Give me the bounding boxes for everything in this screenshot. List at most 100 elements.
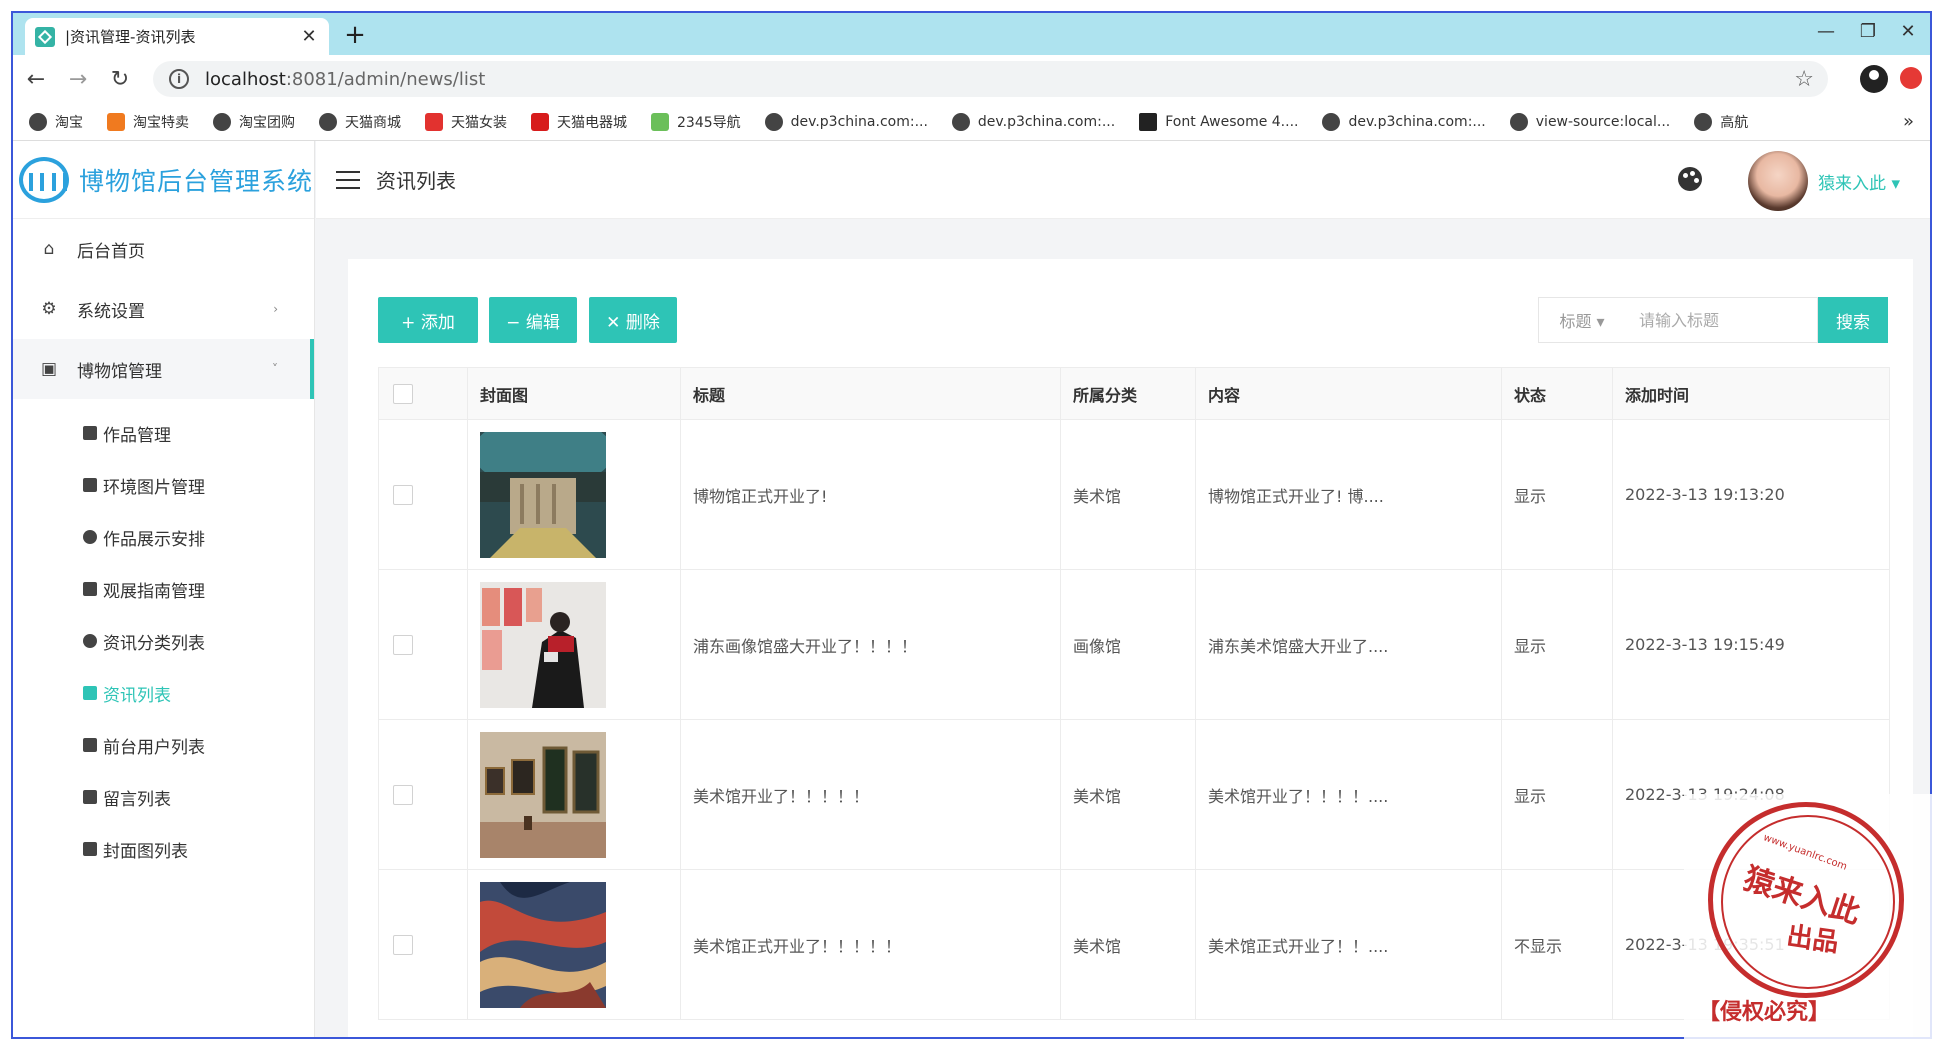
forward-icon[interactable]: → bbox=[57, 67, 99, 92]
bookmarks-bar: 淘宝 淘宝特卖 淘宝团购 天猫商城 天猫女装 天猫电器城 2345导航 dev.… bbox=[13, 103, 1930, 141]
bookmark-item[interactable]: dev.p3china.com:... bbox=[951, 112, 1115, 131]
content-cell: 美术馆开业了！！！！.... bbox=[1195, 719, 1502, 870]
account-icon[interactable] bbox=[1860, 65, 1888, 93]
sidebar-item-home[interactable]: ⌂ 后台首页 bbox=[13, 219, 314, 279]
category-cell: 美术馆 bbox=[1060, 419, 1196, 570]
category-cell: 美术馆 bbox=[1060, 869, 1196, 1020]
url-field[interactable]: i localhost :8081/admin/news/list ☆ bbox=[153, 61, 1828, 97]
sidebar-item-covers[interactable]: 封面图列表 bbox=[13, 823, 314, 875]
sidebar-item-guide[interactable]: 观展指南管理 bbox=[13, 563, 314, 615]
sidebar: 博物馆后台管理系统 ⌂ 后台首页 ⚙ 系统设置 › ▣ 博物馆管理 ˅ 作品管理… bbox=[13, 141, 315, 1037]
bookmark-item[interactable]: 天猫女装 bbox=[425, 112, 507, 132]
title-cell: 浦东画像馆盛大开业了！！！！ bbox=[680, 569, 1061, 720]
browser-tab[interactable]: |资讯管理-资讯列表 ✕ bbox=[25, 18, 329, 55]
bookmark-item[interactable]: 2345导航 bbox=[651, 112, 741, 132]
extension-icon[interactable] bbox=[1900, 67, 1922, 89]
bookmark-item[interactable]: 高航 bbox=[1694, 112, 1748, 132]
bookmark-item[interactable]: 淘宝特卖 bbox=[107, 112, 189, 132]
sidebar-item-users[interactable]: 前台用户列表 bbox=[13, 719, 314, 771]
sidebar-item-museum[interactable]: ▣ 博物馆管理 ˅ bbox=[13, 339, 314, 399]
row-checkbox[interactable] bbox=[393, 784, 413, 805]
tmall-icon bbox=[425, 112, 443, 131]
sidebar-item-exhibit-schedule[interactable]: 作品展示安排 bbox=[13, 511, 314, 563]
sidebar-item-news-list[interactable]: 资讯列表 bbox=[13, 667, 314, 719]
avatar[interactable] bbox=[1748, 151, 1808, 211]
sidebar-item-messages[interactable]: 留言列表 bbox=[13, 771, 314, 823]
site-info-icon[interactable]: i bbox=[169, 69, 189, 89]
url-host: localhost bbox=[205, 68, 286, 90]
gear-icon: ⚙ bbox=[41, 299, 57, 319]
status-badge: 显示 bbox=[1501, 569, 1613, 720]
stamp-sub-text: 出品 bbox=[1784, 921, 1841, 959]
page-title: 资讯列表 bbox=[376, 169, 456, 193]
bookmark-item[interactable]: dev.p3china.com:... bbox=[764, 112, 928, 131]
picture-icon bbox=[83, 426, 97, 440]
bookmark-item[interactable]: 天猫商城 bbox=[319, 112, 401, 132]
bookmark-star-icon[interactable]: ☆ bbox=[1794, 67, 1814, 92]
home-icon: ⌂ bbox=[43, 239, 55, 259]
sidebar-item-news-category[interactable]: 资讯分类列表 bbox=[13, 615, 314, 667]
column-header: 封面图 bbox=[467, 367, 681, 420]
globe-icon bbox=[1694, 112, 1713, 131]
photo-icon bbox=[83, 582, 97, 596]
globe-icon bbox=[951, 112, 970, 131]
globe-icon bbox=[213, 112, 231, 131]
edit-button[interactable]: − 编辑 bbox=[489, 297, 577, 343]
tab-close-icon[interactable]: ✕ bbox=[299, 26, 319, 47]
bookmark-item[interactable]: 淘宝团购 bbox=[213, 112, 295, 132]
search-button[interactable]: 搜索 bbox=[1818, 297, 1888, 343]
browser-window: |资讯管理-资讯列表 ✕ + — ❐ ✕ ← → ↻ i localhost :… bbox=[11, 11, 1932, 1039]
tab-strip: |资讯管理-资讯列表 ✕ + — ❐ ✕ bbox=[13, 13, 1930, 55]
user-menu[interactable]: 猿来入此 ▾ bbox=[1818, 169, 1900, 194]
cover-thumbnail bbox=[480, 581, 606, 708]
table-row[interactable]: 博物馆正式开业了! 美术馆 博物馆正式开业了! 博.... 显示 2022-3-… bbox=[378, 419, 1890, 570]
cover-thumbnail bbox=[480, 731, 606, 858]
window-close-icon[interactable]: ✕ bbox=[1888, 21, 1928, 42]
bookmark-item[interactable]: 天猫电器城 bbox=[531, 112, 627, 132]
bookmarks-more-icon[interactable]: » bbox=[1903, 111, 1914, 132]
cover-image-icon bbox=[83, 842, 97, 856]
table-row[interactable]: 美术馆开业了！！！！！ 美术馆 美术馆开业了！！！！.... 显示 2022-3… bbox=[378, 719, 1890, 870]
title-cell: 博物馆正式开业了! bbox=[680, 419, 1061, 570]
menu-toggle-icon[interactable] bbox=[336, 170, 360, 189]
content-card: + 添加 − 编辑 ✕ 删除 标题 ▾ 搜索 封面图 标题 所属分类 内容 bbox=[348, 259, 1913, 1037]
column-header: 内容 bbox=[1195, 367, 1502, 420]
palette-icon[interactable] bbox=[1678, 167, 1702, 191]
select-all-checkbox[interactable] bbox=[393, 383, 413, 404]
bookmark-item[interactable]: Font Awesome 4.... bbox=[1139, 112, 1298, 131]
row-checkbox[interactable] bbox=[393, 634, 413, 655]
watermark-stamp: www.yuanlrc.com 猿来入此 出品 【侵权必究】 bbox=[1684, 794, 1934, 1044]
sidebar-item-settings[interactable]: ⚙ 系统设置 › bbox=[13, 279, 314, 339]
comment-icon bbox=[83, 790, 97, 804]
sidebar-item-works[interactable]: 作品管理 bbox=[13, 407, 314, 459]
title-cell: 美术馆开业了！！！！！ bbox=[680, 719, 1061, 870]
table-row[interactable]: 美术馆正式开业了！！！！！ 美术馆 美术馆正式开业了！！.... 不显示 202… bbox=[378, 869, 1890, 1020]
time-cell: 2022-3-13 19:15:49 bbox=[1612, 569, 1890, 720]
new-tab-button[interactable]: + bbox=[341, 21, 369, 49]
url-path: :8081/admin/news/list bbox=[285, 68, 486, 90]
submenu: 作品管理 环境图片管理 作品展示安排 观展指南管理 资讯分类列表 资讯列表 前台… bbox=[13, 399, 314, 875]
reload-icon[interactable]: ↻ bbox=[99, 67, 141, 92]
globe-icon bbox=[29, 112, 47, 131]
row-checkbox[interactable] bbox=[393, 484, 413, 505]
restore-icon[interactable]: ❐ bbox=[1848, 21, 1888, 42]
logo[interactable]: 博物馆后台管理系统 bbox=[13, 141, 314, 219]
status-badge: 不显示 bbox=[1501, 869, 1613, 1020]
bookmark-item[interactable]: dev.p3china.com:... bbox=[1322, 112, 1486, 131]
add-button[interactable]: + 添加 bbox=[378, 297, 478, 343]
globe-icon bbox=[764, 112, 783, 131]
back-icon[interactable]: ← bbox=[15, 67, 57, 92]
search-input[interactable] bbox=[1625, 297, 1818, 343]
bookmark-item[interactable]: 淘宝 bbox=[29, 112, 83, 132]
sidebar-item-env-images[interactable]: 环境图片管理 bbox=[13, 459, 314, 511]
minimize-icon[interactable]: — bbox=[1806, 21, 1846, 42]
select-all-cell[interactable] bbox=[378, 367, 468, 420]
taobao-icon bbox=[107, 112, 125, 131]
content-cell: 博物馆正式开业了! 博.... bbox=[1195, 419, 1502, 570]
bookmark-item[interactable]: view-source:local... bbox=[1509, 112, 1670, 131]
delete-button[interactable]: ✕ 删除 bbox=[589, 297, 677, 343]
row-checkbox[interactable] bbox=[393, 934, 413, 955]
search-field-select[interactable]: 标题 ▾ bbox=[1538, 297, 1626, 343]
address-bar: ← → ↻ i localhost :8081/admin/news/list … bbox=[13, 55, 1930, 103]
table-row[interactable]: 浦东画像馆盛大开业了！！！！ 画像馆 浦东美术馆盛大开业了.... 显示 202… bbox=[378, 569, 1890, 720]
